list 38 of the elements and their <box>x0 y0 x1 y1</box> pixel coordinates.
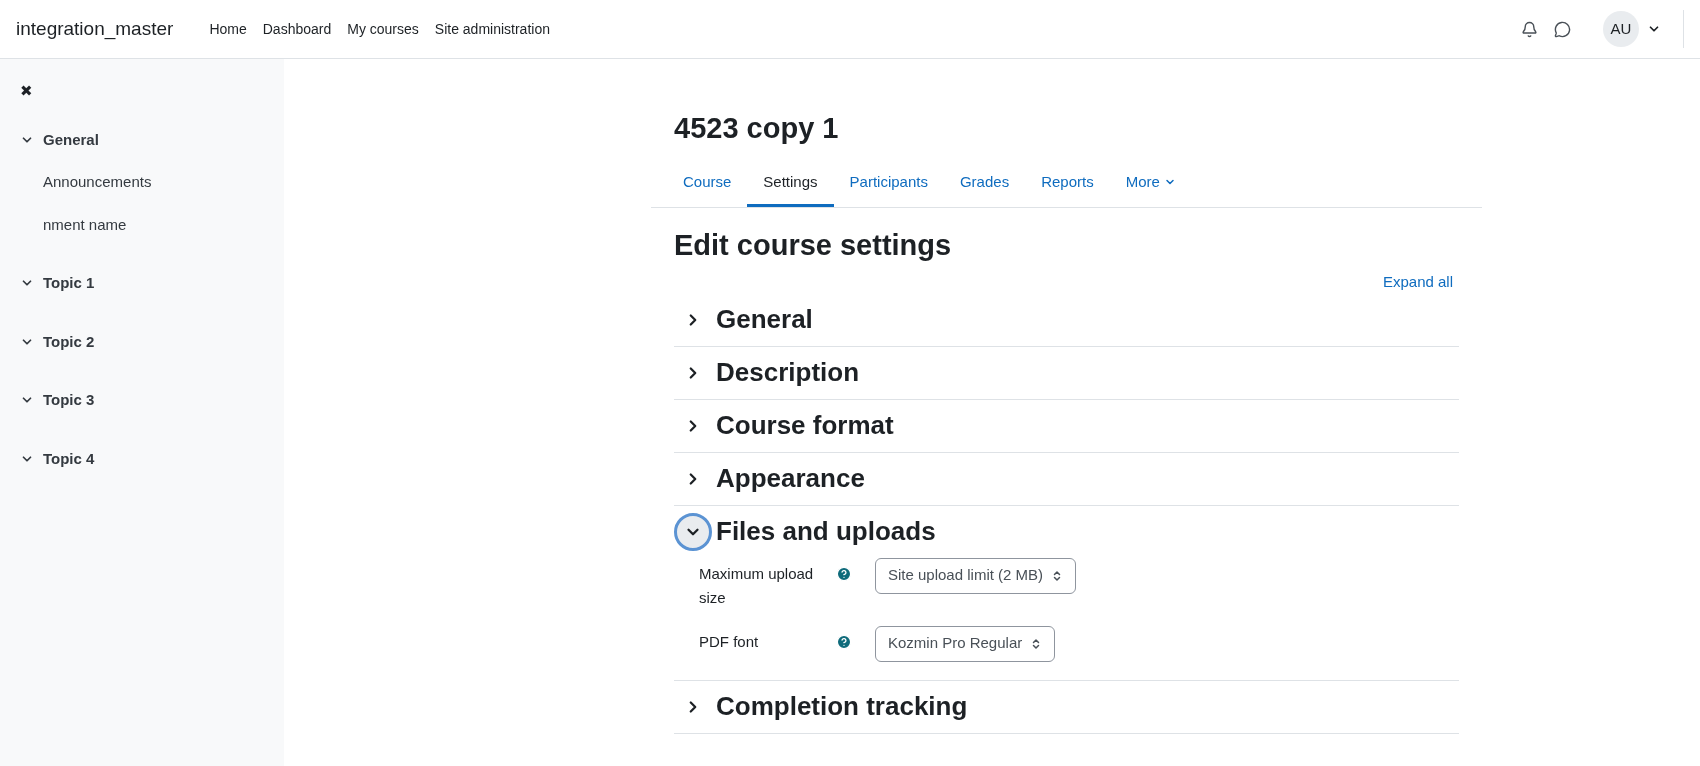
help-icon[interactable] <box>836 565 852 582</box>
notification-bell-icon[interactable] <box>1521 20 1538 38</box>
select-field[interactable]: Kozmin Pro Regular <box>875 625 1056 662</box>
page-heading: Edit course settings <box>674 227 953 263</box>
message-icon[interactable] <box>1554 20 1571 38</box>
course-tab[interactable]: Reports <box>1025 160 1110 207</box>
nav-link[interactable]: My courses <box>347 18 419 40</box>
course-section-item[interactable]: Topic 4 <box>20 447 284 470</box>
course-section-item[interactable]: Topic 2 <box>20 330 284 353</box>
course-title: 4523 copy 1 <box>674 111 840 146</box>
course-section-item[interactable]: General <box>20 128 284 151</box>
activity-item[interactable]: Announcements <box>43 171 284 194</box>
section-heading[interactable]: Files and uploads <box>716 512 936 551</box>
site-name[interactable]: integration_master <box>16 14 174 44</box>
section-toggle-button[interactable] <box>674 512 712 551</box>
course-tab[interactable]: Course <box>667 160 748 207</box>
course-section-item[interactable]: Topic 1 <box>20 272 284 295</box>
expand-all-link[interactable]: Expand all <box>1382 271 1453 294</box>
section-heading[interactable]: Completion tracking <box>716 687 968 726</box>
activity-item[interactable]: nment name <box>43 213 284 236</box>
help-icon[interactable] <box>836 633 852 650</box>
nav-link[interactable]: Home <box>209 18 247 40</box>
course-tab[interactable]: Grades <box>943 160 1026 207</box>
field-label: PDF font <box>699 631 760 652</box>
course-section-item[interactable]: Topic 3 <box>20 389 284 412</box>
nav-link[interactable]: Dashboard <box>262 18 332 40</box>
section-heading[interactable]: Course format <box>716 406 894 445</box>
field-label: Maximum upload size <box>699 563 815 608</box>
course-tab[interactable]: Participants <box>833 160 944 207</box>
close-drawer-button[interactable]: ✖ <box>20 80 33 103</box>
section-heading[interactable]: Appearance <box>716 459 865 498</box>
course-tab[interactable]: Settings <box>747 160 834 207</box>
section-heading[interactable]: Description <box>716 353 860 392</box>
user-avatar[interactable]: AU <box>1603 11 1639 47</box>
select-field[interactable]: Site upload limit (2 MB) <box>875 557 1077 594</box>
section-heading[interactable]: General <box>716 300 813 339</box>
course-tab[interactable]: More <box>1109 160 1192 207</box>
nav-link[interactable]: Site administration <box>434 18 550 40</box>
